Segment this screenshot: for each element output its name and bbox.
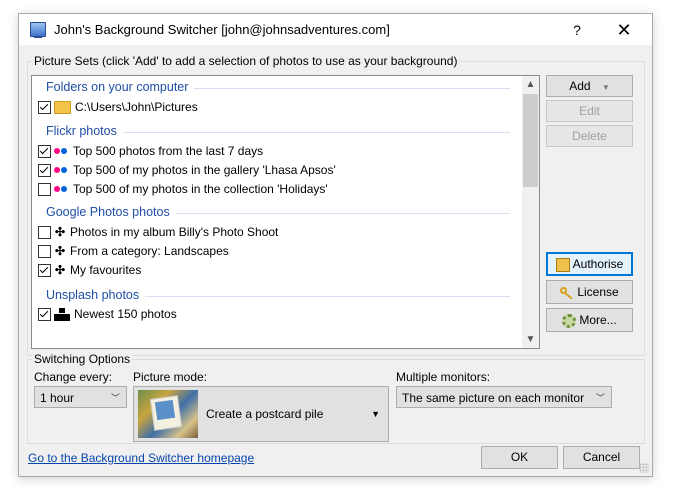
title-bar: John's Background Switcher [john@johnsad…	[19, 14, 652, 45]
section-title: Flickr photos	[46, 124, 117, 138]
switching-options-legend: Switching Options	[32, 352, 133, 366]
section-divider	[123, 132, 510, 133]
item-checkbox[interactable]	[38, 144, 51, 158]
change-every-value: 1 hour	[40, 391, 75, 405]
item-checkbox[interactable]	[38, 100, 51, 114]
key-icon	[560, 286, 574, 300]
item-label: Top 500 of my photos in the collection '…	[73, 182, 328, 196]
homepage-link[interactable]: Go to the Background Switcher homepage	[28, 451, 254, 465]
item-label: Newest 150 photos	[74, 307, 177, 321]
unsplash-icon	[54, 307, 70, 321]
item-checkbox[interactable]	[38, 263, 51, 277]
close-button[interactable]: ✕	[613, 19, 635, 41]
ok-button[interactable]: OK	[481, 446, 558, 469]
authorise-button[interactable]: Authorise	[546, 252, 633, 276]
vertical-scrollbar[interactable]: ▲ ▼	[522, 76, 539, 348]
gear-icon	[562, 313, 577, 328]
delete-button[interactable]: Delete	[546, 125, 633, 147]
scroll-up-button[interactable]: ▲	[522, 76, 539, 93]
monitor-icon	[30, 22, 46, 38]
google-photos-icon: ✣	[54, 244, 66, 258]
section-title: Unsplash photos	[46, 288, 140, 302]
list-item[interactable]: Top 500 of my photos in the gallery 'Lha…	[38, 162, 336, 178]
item-label: My favourites	[70, 263, 142, 277]
change-every-label: Change every:	[34, 370, 113, 384]
item-label: Photos in my album Billy's Photo Shoot	[70, 225, 279, 239]
list-item[interactable]: ✣ My favourites	[38, 262, 141, 278]
item-label: Top 500 photos from the last 7 days	[73, 144, 264, 158]
picture-sets-legend: Picture Sets (click 'Add' to add a selec…	[32, 54, 460, 68]
cancel-button[interactable]: Cancel	[563, 446, 640, 469]
section-title: Google Photos photos	[46, 205, 170, 219]
edit-button[interactable]: Edit	[546, 100, 633, 122]
item-label: From a category: Landscapes	[70, 244, 229, 258]
dropdown-arrow-icon: ▼	[371, 409, 380, 419]
authorise-label: Authorise	[572, 257, 624, 271]
item-label: C:\Users\John\Pictures	[75, 100, 198, 114]
section-divider	[176, 213, 510, 214]
item-checkbox[interactable]	[38, 244, 51, 258]
authorise-icon	[555, 257, 570, 272]
google-photos-icon: ✣	[54, 263, 66, 277]
item-checkbox[interactable]	[38, 182, 51, 196]
list-item[interactable]: ✣ From a category: Landscapes	[38, 243, 229, 259]
more-button[interactable]: More...	[546, 308, 633, 332]
add-button-label: Add	[569, 79, 591, 93]
chevron-down-icon: ﹀	[595, 393, 605, 403]
postcard-pile-thumbnail	[138, 390, 198, 438]
picture-mode-dropdown[interactable]: Create a postcard pile ▼	[133, 386, 389, 442]
item-checkbox[interactable]	[38, 307, 51, 321]
help-button[interactable]: ?	[567, 20, 587, 40]
scrollbar-thumb[interactable]	[523, 94, 538, 187]
change-every-dropdown[interactable]: 1 hour ﹀	[34, 386, 127, 408]
flickr-icon	[54, 147, 69, 155]
chevron-down-icon: ▼	[601, 83, 610, 92]
picture-mode-value: Create a postcard pile	[206, 407, 324, 421]
multiple-monitors-dropdown[interactable]: The same picture on each monitor ﹀	[396, 386, 612, 408]
license-button[interactable]: License	[546, 280, 633, 304]
list-item[interactable]: Newest 150 photos	[38, 306, 177, 322]
list-item[interactable]: ✣ Photos in my album Billy's Photo Shoot	[38, 224, 278, 240]
flickr-icon	[54, 166, 69, 174]
item-checkbox[interactable]	[38, 225, 51, 239]
google-photos-icon: ✣	[54, 225, 66, 239]
multiple-monitors-label: Multiple monitors:	[396, 370, 491, 384]
window-title: John's Background Switcher [john@johnsad…	[54, 22, 390, 37]
list-item[interactable]: Top 500 of my photos in the collection '…	[38, 181, 328, 197]
section-title: Folders on your computer	[46, 80, 189, 94]
license-label: License	[577, 285, 619, 299]
section-divider	[194, 88, 510, 89]
picture-sets-list[interactable]: Folders on your computer C:\Users\John\Pi…	[31, 75, 540, 349]
multiple-monitors-value: The same picture on each monitor	[402, 391, 585, 405]
flickr-icon	[54, 185, 69, 193]
add-button[interactable]: Add ▼	[546, 75, 633, 97]
more-label: More...	[579, 313, 617, 327]
resize-grip[interactable]	[639, 463, 649, 473]
item-checkbox[interactable]	[38, 163, 51, 177]
folder-icon	[54, 100, 71, 114]
item-label: Top 500 of my photos in the gallery 'Lha…	[73, 163, 336, 177]
scroll-down-button[interactable]: ▼	[522, 331, 539, 348]
list-item[interactable]: C:\Users\John\Pictures	[38, 99, 198, 115]
list-item[interactable]: Top 500 photos from the last 7 days	[38, 143, 263, 159]
section-divider	[145, 296, 510, 297]
picture-mode-label: Picture mode:	[133, 370, 208, 384]
dialog-window: John's Background Switcher [john@johnsad…	[18, 13, 653, 477]
chevron-down-icon: ﹀	[110, 393, 120, 403]
